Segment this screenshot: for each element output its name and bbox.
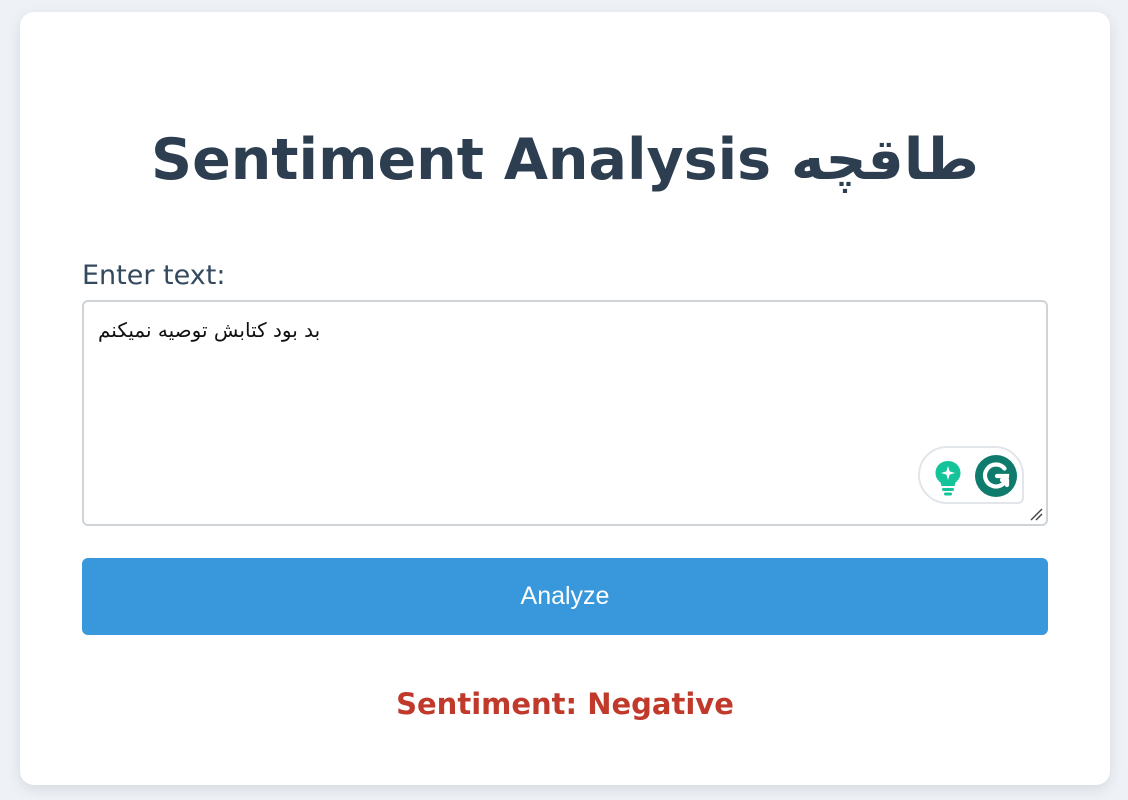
resize-handle-icon[interactable] (1029, 507, 1043, 521)
lightbulb-sparkle-icon[interactable] (934, 460, 962, 496)
grammarly-logo-icon[interactable] (974, 454, 1018, 498)
text-input-container: بد بود کتابش توصیه نمیکنم (82, 300, 1048, 526)
page-title: Sentiment Analysis طاقچه (151, 127, 979, 193)
analyze-button[interactable]: Analyze (82, 558, 1048, 635)
main-card: Sentiment Analysis طاقچه Enter text: بد … (20, 12, 1110, 785)
text-input[interactable]: بد بود کتابش توصیه نمیکنم (84, 302, 1046, 524)
grammarly-widget[interactable] (918, 446, 1024, 504)
text-input-label: Enter text: (82, 260, 226, 291)
sentiment-result: Sentiment: Negative (396, 687, 734, 721)
